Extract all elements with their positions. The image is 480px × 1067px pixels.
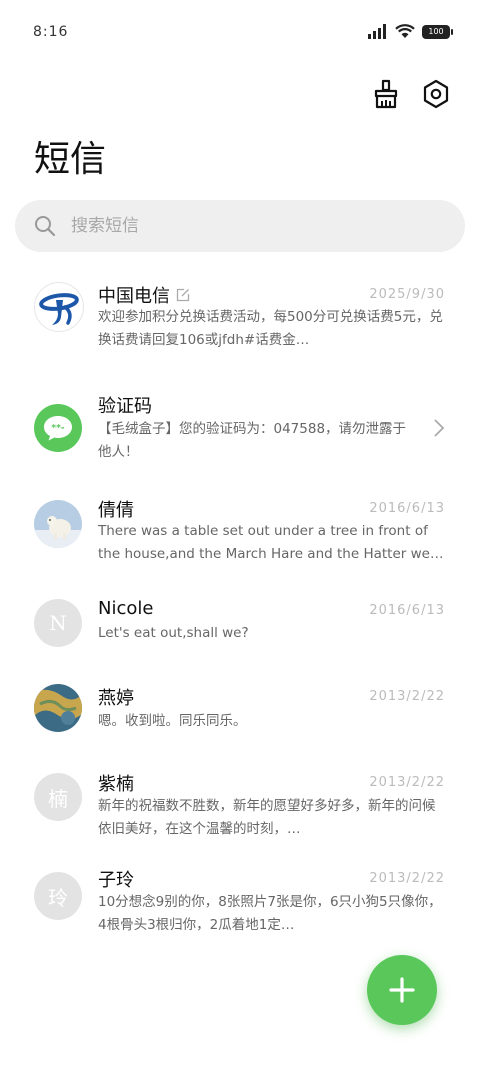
settings-hexagon-icon (423, 79, 449, 109)
conversation-name-text: Nicole (98, 598, 154, 619)
conversation-name: 倩倩 (98, 496, 134, 522)
avatar: 玲 (34, 872, 82, 920)
conversation-preview: Let's eat out,shall we? (98, 625, 249, 641)
conversation-item[interactable]: 楠 紫楠 2013/2/22 新年的祝福数不胜数，新年的愿望好多好多，新年的问候… (0, 758, 480, 864)
avatar (34, 684, 82, 732)
conversation-item[interactable]: N Nicole 2016/6/13 Let's eat out,shall w… (0, 588, 480, 672)
avatar: 楠 (34, 773, 82, 821)
message-bubble-icon: **- (44, 416, 72, 441)
conversation-preview: 10分想念9别的你，8张照片7张是你，6只小狗5只像你，4根骨头3根归你，2瓜着… (98, 894, 442, 933)
china-telecom-logo (39, 293, 79, 325)
conversation-item[interactable]: 玲 子玲 2013/2/22 10分想念9别的你，8张照片7张是你，6只小狗5只… (0, 864, 480, 970)
avatar-letter: N (49, 611, 67, 635)
search-bar[interactable] (15, 200, 465, 252)
conversation-date: 2013/2/22 (369, 775, 445, 790)
conversation-preview: 【毛绒盒子】您的验证码为：047588，请勿泄露于他人！ (98, 421, 407, 460)
conversation-preview: 新年的祝福数不胜数，新年的愿望好多好多，新年的问候依旧美好，在这个温馨的时刻，… (98, 798, 436, 837)
status-icons: 100 (368, 24, 453, 39)
status-bar: 8:16 100 (0, 0, 480, 66)
conversation-list: 中国电信 2025/9/30 欢迎参加积分兑换话费活动，每500分可兑换话费5元… (0, 270, 480, 970)
avatar: N (34, 599, 82, 647)
clean-button[interactable] (370, 78, 402, 110)
battery-level: 100 (428, 27, 444, 36)
conversation-preview: 欢迎参加积分兑换话费活动，每500分可兑换话费5元，兑换话费请回复106或jfd… (98, 309, 443, 348)
polar-bear-photo (34, 500, 82, 548)
edit-icon (176, 288, 190, 302)
search-input[interactable] (69, 215, 433, 237)
battery-icon: 100 (422, 24, 453, 39)
conversation-date: 2025/9/30 (369, 287, 445, 302)
conversation-name: 子玲 (98, 866, 134, 892)
conversation-name-text: 验证码 (98, 396, 152, 417)
svg-text:**-: **- (51, 424, 64, 434)
conversation-item[interactable]: 中国电信 2025/9/30 欢迎参加积分兑换话费活动，每500分可兑换话费5元… (0, 270, 480, 376)
signal-icon (368, 24, 386, 39)
conversation-preview: 嗯。收到啦。同乐同乐。 (98, 713, 247, 729)
top-actions (370, 78, 452, 110)
conversation-name: 验证码 (98, 392, 152, 418)
page-title: 短信 (34, 139, 107, 180)
conversation-item[interactable]: **- 验证码 【毛绒盒子】您的验证码为：047588，请勿泄露于他人！ (0, 376, 480, 482)
avatar-letter: 楠 (48, 786, 68, 811)
broom-icon (374, 79, 398, 109)
conversation-name: 紫楠 (98, 770, 134, 796)
conversation-name-text: 子玲 (98, 870, 134, 891)
avatar (34, 282, 84, 332)
avatar: **- (34, 404, 82, 452)
conversation-date: 2013/2/22 (369, 871, 445, 886)
conversation-date: 2013/2/22 (369, 689, 445, 704)
avatar-letter: 玲 (48, 885, 68, 910)
conversation-date: 2016/6/13 (369, 603, 445, 618)
conversation-date: 2016/6/13 (369, 501, 445, 516)
conversation-name: Nicole (98, 598, 153, 619)
status-time: 8:16 (33, 24, 69, 40)
conversation-name: 中国电信 (98, 282, 190, 308)
conversation-name: 燕婷 (98, 684, 134, 710)
aerial-photo (34, 684, 82, 732)
conversation-item[interactable]: 倩倩 2016/6/13 There was a table set out u… (0, 482, 480, 588)
conversation-name-text: 倩倩 (98, 500, 134, 521)
conversation-name-text: 燕婷 (98, 688, 134, 709)
chevron-right-icon[interactable] (432, 418, 446, 438)
new-message-button[interactable] (367, 955, 437, 1025)
conversation-preview: There was a table set out under a tree i… (98, 523, 444, 562)
conversation-name-text: 中国电信 (98, 286, 170, 307)
conversation-name-text: 紫楠 (98, 774, 134, 795)
avatar (34, 500, 82, 548)
wifi-icon (395, 24, 415, 38)
plus-icon (389, 977, 415, 1003)
conversation-item[interactable]: 燕婷 2013/2/22 嗯。收到啦。同乐同乐。 (0, 672, 480, 758)
search-icon (35, 216, 56, 237)
settings-button[interactable] (420, 78, 452, 110)
